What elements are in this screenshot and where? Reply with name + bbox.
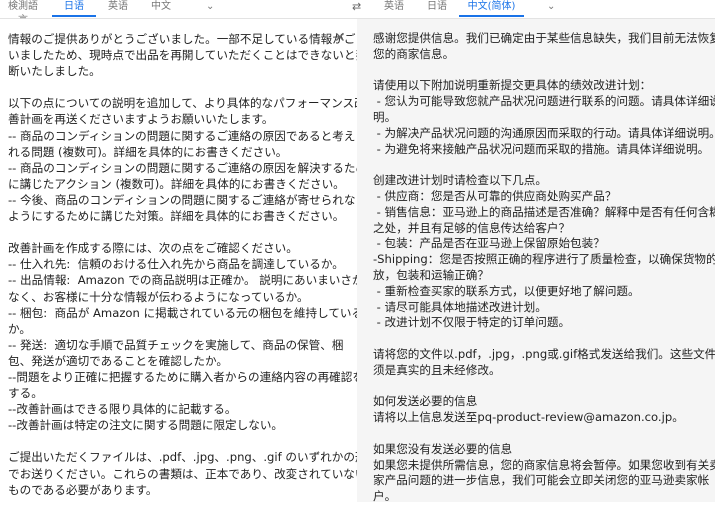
translation-text-line: 创建改进计划时请检查以下几点。 — [373, 173, 547, 188]
translation-text-line: -Shipping：您是否按照正确的程序进行了质量检查，以确保货物的存 — [373, 252, 715, 267]
source-text-pane[interactable]: 情報のご提供ありがとうございました。一部不足している情報がござ いましたため、現時… — [0, 19, 378, 502]
translation-text-line: - 为解决产品状况问题的沟通原因而采取的行动。请具体详细说明。 — [373, 125, 715, 140]
translation-text-line — [373, 426, 715, 442]
source-text-line: -- 発送: 適切な手順で品質チェックを実施して、商品の保管、梱 — [8, 337, 344, 352]
source-text-line: --改善計画はできる限り具体的に記載する。 — [8, 402, 237, 417]
tab-target-japanese[interactable]: 日语 — [425, 0, 449, 17]
translation-text-line — [373, 63, 715, 79]
source-text-line: ようにするために講じた対策。詳細を具体的にお書きください。 — [8, 209, 345, 224]
source-text-line: ご提出いただくファイルは、.pdf、.jpg、.png、.gif のいずれかの形… — [8, 450, 379, 465]
source-text-line: 断いたしました。 — [8, 64, 101, 79]
source-text-line: -- 梱包: 商品が Amazon に掲載されている元の梱包を維持している — [8, 305, 364, 320]
source-text-line: 包、発送が適切であることを確認したか。 — [8, 353, 228, 368]
close-icon[interactable]: ✕ — [334, 30, 346, 46]
translation-text-line — [373, 331, 715, 347]
source-text-line: --問題をより正確に把握するために購入者からの連絡内容の再確認を — [8, 369, 364, 384]
translation-text-line — [373, 379, 715, 395]
translation-text-line: 家产品问题的进一步信息，我们可能会立即关闭您的亚马逊卖家帐 — [373, 473, 710, 488]
translation-text-line: - 改进计划不仅限于特定的订单问题。 — [373, 315, 571, 330]
source-text-line: 以下の点についての説明を追加して、より具体的なパフォーマンス改 — [8, 96, 366, 111]
translation-text-line: 请将以上信息发送至pq-product-review@amazon.co.jp。 — [373, 410, 684, 425]
source-text-line: 情報のご提供ありがとうございました。一部不足している情報がござ — [8, 32, 368, 46]
chevron-down-icon[interactable]: ⌄ — [206, 0, 214, 14]
translation-text-line: - 重新检查买家的联系方式，以便更好地了解问题。 — [373, 283, 640, 298]
swap-languages-icon[interactable]: ⇄ — [352, 0, 361, 14]
source-text-line: -- 出品情報: Amazon での商品説明は正確か。 説明にあいまいさが — [8, 273, 364, 288]
translation-text-line: 您的商家信息。 — [373, 46, 455, 61]
source-text-line: か。 — [8, 321, 31, 336]
tab-target-english[interactable]: 英语 — [382, 0, 406, 17]
translation-text-line — [373, 157, 715, 173]
tab-source-english[interactable]: 英语 — [106, 0, 130, 17]
source-text-line: ものである必要があります。 — [8, 482, 158, 497]
tab-source-japanese[interactable]: 日语 — [52, 0, 96, 17]
translation-pane: 感谢您提供信息。我们已确定由于某些信息缺失，我们目前无法恢复 您的商家信息。请使用… — [357, 19, 715, 505]
translation-text-line: 感谢您提供信息。我们已确定由于某些信息缺失，我们目前无法恢复 — [373, 31, 715, 45]
translation-text-line: - 请尽可能具体地描述改进计划。 — [373, 299, 547, 314]
translation-text-line: 须是真实的且未经修改。 — [373, 362, 501, 377]
source-text-line: する。 — [8, 386, 43, 401]
source-text-line: 改善計画を作成する際には、次の点をご確認ください。 — [8, 241, 298, 256]
translation-text-line: - 销售信息：亚马逊上的商品描述是否准确？解释中是否有任何含糊 — [373, 204, 715, 219]
translation-text-line: - 您认为可能导致您就产品状况问题进行联系的问题。请具体详细说 — [373, 94, 715, 109]
translation-text-line: 如果您未提供所需信息，您的商家信息将会暂停。如果您收到有关卖 — [373, 457, 715, 472]
translation-output: 感谢您提供信息。我们已确定由于某些信息缺失，我们目前无法恢复 您的商家信息。请使用… — [373, 31, 715, 505]
source-text-line: --改善計画は特定の注文に関する問題に限定しない。 — [8, 418, 284, 433]
tab-target-chinese-simplified[interactable]: 中文(简体) — [459, 0, 524, 17]
translation-text-line: 户。 — [373, 489, 397, 504]
source-text-line: に講じたアクション (複数可)。詳細を具体的にお書きください。 — [8, 176, 345, 191]
source-text-line: れる問題 (複数可)。詳細を具体的にお書きください。 — [8, 144, 288, 159]
translation-text-line: - 供应商：您是否从可靠的供应商处购买产品？ — [373, 188, 617, 203]
source-text-line — [8, 79, 378, 95]
chevron-down-icon[interactable]: ⌄ — [547, 0, 555, 14]
source-text-line: -- 今後、商品のコンディションの問題に関するご連絡が寄せられない — [8, 192, 368, 207]
translation-text-line: 之处，并且有足够的信息传达给客户？ — [373, 220, 571, 235]
source-text-line: いましたため、現時点で出品を再開していただくことはできないと判 — [8, 48, 368, 63]
tab-detect-language[interactable]: 検測語言 — [5, 0, 41, 26]
translation-text-line: 请将您的文件以.pdf，.jpg，.png或.gif格式发送给我们。这些文件必 — [373, 346, 715, 361]
source-text-input[interactable]: 情報のご提供ありがとうございました。一部不足している情報がござ いましたため、現時… — [8, 31, 378, 498]
translation-text-line: 如何发送必要的信息 — [373, 394, 478, 409]
translation-text-line: 放，包装和运输正确？ — [373, 267, 489, 282]
source-text-line — [8, 224, 378, 240]
source-text-line: でお送りください。これらの書類は、正本であり、改変されていない — [8, 466, 367, 481]
translation-text-line: - 为避免将来接触产品状况问题而采取的措施。请具体详细说明。 — [373, 141, 710, 156]
language-bar: 検測語言 日语 英语 中文 ⌄ ⇄ 英语 日语 中文(简体) ⌄ — [0, 0, 715, 26]
source-text-line: -- 商品のコンディションの問題に関するご連絡の原因であると考えら — [8, 128, 367, 143]
tab-source-chinese[interactable]: 中文 — [149, 0, 173, 17]
translation-text-line: 明。 — [373, 109, 397, 124]
source-text-line — [8, 433, 378, 449]
translation-text-line: 请使用以下附加说明重新提交更具体的绩效改进计划： — [373, 78, 652, 93]
source-text-line: なく、お客様に十分な情報が伝わるようになっているか。 — [8, 289, 309, 304]
source-text-line: -- 仕入れ先: 信頼のおける仕入れ先から商品を調達しているか。 — [8, 257, 344, 272]
source-text-line: -- 商品のコンディションの問題に関するご連絡の原因を解決するため — [8, 160, 368, 175]
source-text-line: 善計画を再送くださいますようお願いいたします。 — [8, 112, 274, 127]
translation-text-line: 如果您没有发送必要的信息 — [373, 441, 513, 456]
translation-text-line: - 包装：产品是否在亚马逊上保留原始包装？ — [373, 236, 605, 251]
